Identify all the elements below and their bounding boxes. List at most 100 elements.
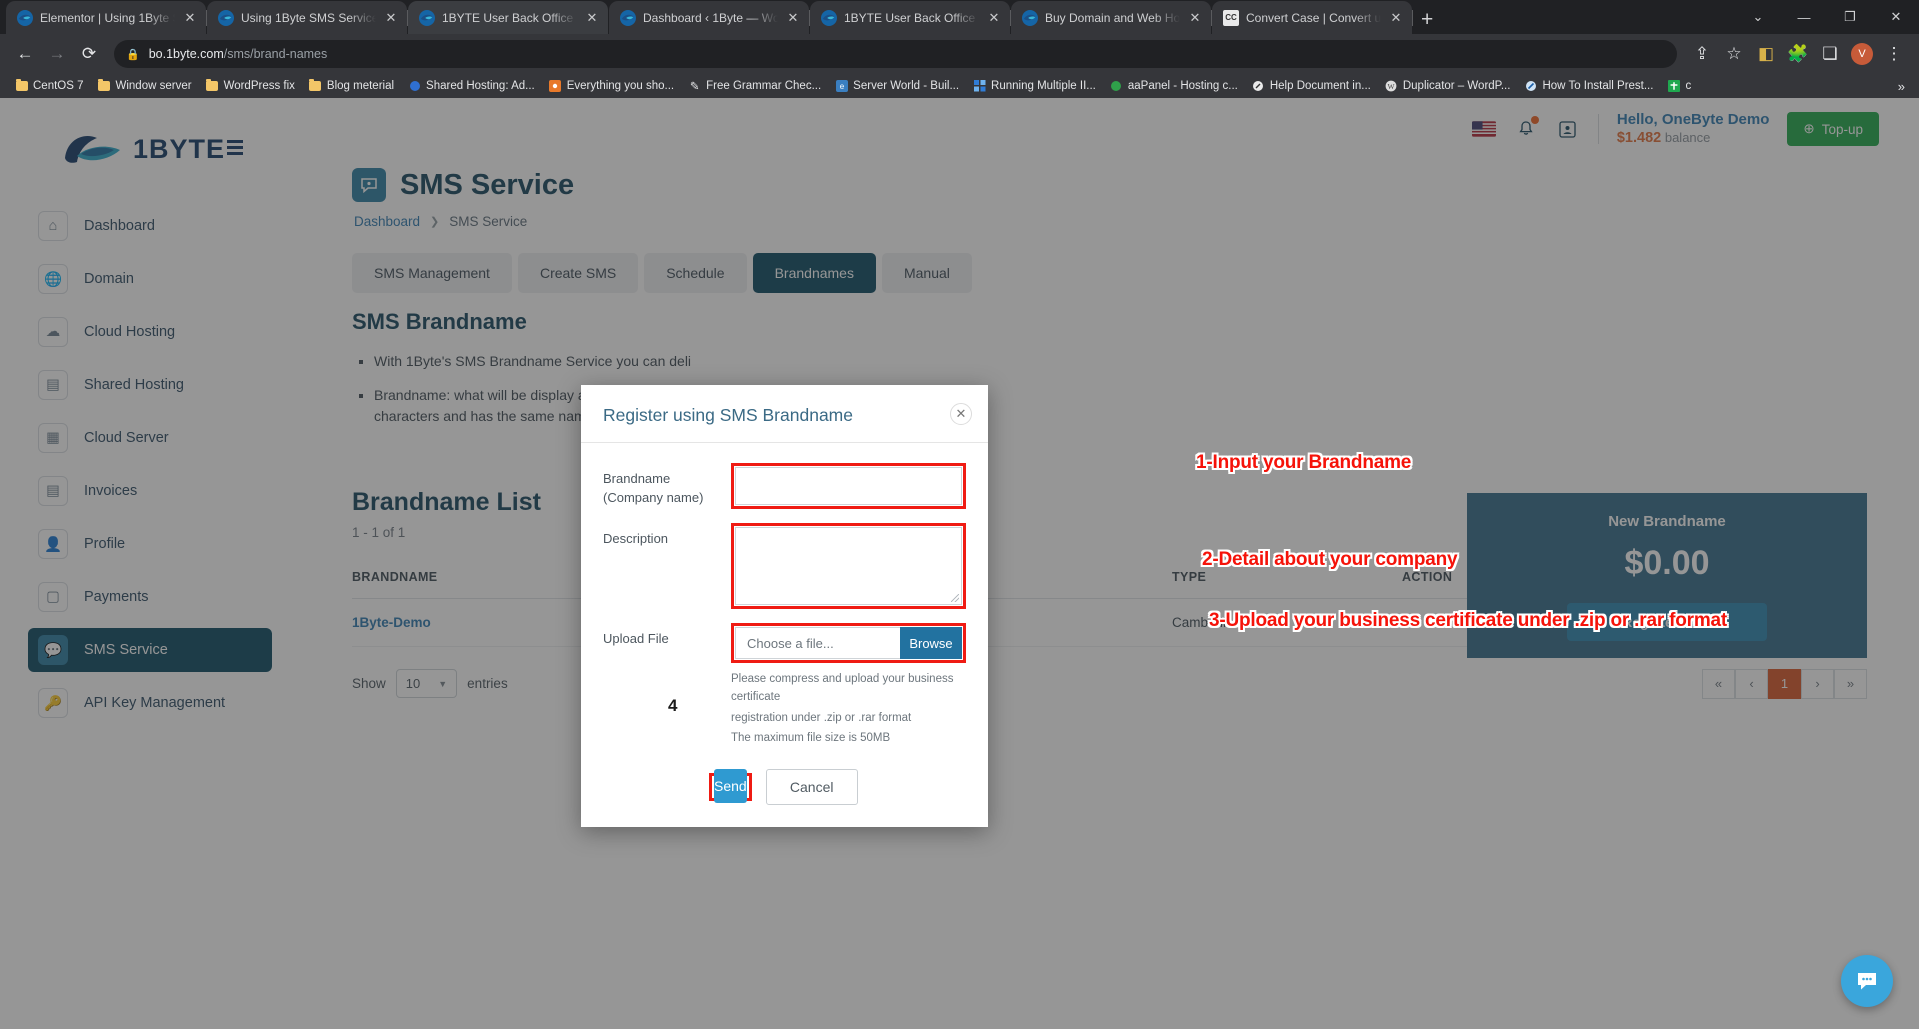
- brandname-label-line1: Brandname: [603, 471, 671, 486]
- bookmark-item[interactable]: ✎ Free Grammar Chec...: [681, 76, 828, 96]
- annotation-step-1: 1-Input your Brandname: [1196, 452, 1412, 473]
- extensions-icon[interactable]: ◧: [1751, 39, 1781, 69]
- folder-icon: [15, 79, 28, 93]
- tab-title: 1BYTE User Back Office: [442, 10, 574, 25]
- site-icon: [1110, 80, 1123, 93]
- send-button[interactable]: Send: [714, 769, 747, 804]
- description-field-row: Description: [603, 523, 966, 609]
- new-tab-button[interactable]: +: [1421, 9, 1433, 30]
- window-maximize-icon[interactable]: ❐: [1827, 9, 1873, 25]
- browser-toolbar: ← → ⟳ 🔒 bo.1byte.com/sms/brand-names ⇪ ☆…: [0, 34, 1919, 74]
- bookmark-item[interactable]: W Duplicator – WordP...: [1378, 76, 1518, 96]
- bookmarks-bar: CentOS 7 Window server WordPress fix Blo…: [0, 74, 1919, 98]
- pen-icon: ✎: [689, 81, 700, 93]
- tab-close-icon[interactable]: ✕: [584, 11, 600, 24]
- tab-close-icon[interactable]: ✕: [182, 11, 198, 24]
- bookmark-item[interactable]: Blog meterial: [302, 76, 401, 96]
- brandname-input[interactable]: [735, 467, 962, 505]
- bookmark-item[interactable]: WordPress fix: [199, 76, 302, 96]
- share-icon[interactable]: ⇪: [1687, 39, 1717, 69]
- tab-close-icon[interactable]: ✕: [1187, 11, 1203, 24]
- svg-text:e: e: [839, 82, 844, 91]
- bookmark-label: Window server: [115, 80, 192, 92]
- bookmark-label: Shared Hosting: Ad...: [426, 80, 535, 92]
- browser-tab[interactable]: 1BYTE User Back Office ✕: [810, 1, 1011, 34]
- brandname-label-line2: (Company name): [603, 489, 704, 505]
- description-textarea[interactable]: [735, 527, 962, 605]
- tab-close-icon[interactable]: ✕: [785, 11, 801, 24]
- address-bar[interactable]: 🔒 bo.1byte.com/sms/brand-names: [114, 40, 1677, 68]
- tab-close-icon[interactable]: ✕: [1388, 11, 1404, 24]
- bookmark-label: aaPanel - Hosting c...: [1127, 80, 1238, 92]
- close-icon[interactable]: ✕: [950, 403, 972, 425]
- bookmark-item[interactable]: c: [1660, 76, 1698, 96]
- bookmark-item[interactable]: CentOS 7: [8, 76, 91, 96]
- bookmark-label: Everything you sho...: [566, 80, 675, 92]
- cc-icon: CC: [1223, 9, 1239, 26]
- cancel-button[interactable]: Cancel: [765, 769, 858, 806]
- page-content: 1BYTE ⌂Dashboard 🌐Domain ☁Cloud Hosting …: [0, 98, 1919, 1029]
- upload-file-label: Upload File: [603, 631, 669, 646]
- browser-tab-active[interactable]: 1BYTE User Back Office ✕: [408, 1, 608, 34]
- bookmark-item[interactable]: How To Install Prest...: [1517, 76, 1660, 96]
- bookmark-item[interactable]: Window server: [91, 76, 199, 96]
- wordpress-icon: W: [1385, 80, 1398, 93]
- back-icon[interactable]: ←: [10, 39, 40, 69]
- 1byte-whale-icon: [17, 9, 33, 26]
- 1byte-whale-icon: [821, 9, 837, 26]
- chat-bubble-icon[interactable]: [1841, 955, 1893, 1007]
- description-highlight: [731, 523, 966, 609]
- bookmark-label: Blog meterial: [326, 80, 395, 92]
- bookmark-item[interactable]: aaPanel - Hosting c...: [1103, 76, 1245, 96]
- bookmark-item[interactable]: Shared Hosting: Ad...: [401, 76, 542, 96]
- forward-icon[interactable]: →: [42, 39, 72, 69]
- hint-line: registration under .zip or .rar format: [731, 711, 912, 724]
- 1byte-whale-icon: [218, 9, 234, 26]
- url-path: /sms/brand-names: [223, 47, 328, 61]
- window-controls: ⌄ — ❐ ✕: [1735, 0, 1919, 34]
- site-icon: [408, 80, 421, 93]
- windows-icon: [973, 80, 986, 93]
- lock-icon: 🔒: [126, 48, 140, 61]
- browser-tab[interactable]: Dashboard ‹ 1Byte — WordPress ✕: [609, 1, 810, 34]
- window-minimize-icon[interactable]: —: [1781, 10, 1827, 25]
- site-icon: [1524, 80, 1537, 93]
- bookmark-label: WordPress fix: [223, 80, 295, 92]
- tab-close-icon[interactable]: ✕: [986, 11, 1002, 24]
- browser-window: Elementor | Using 1Byte SMS Se ✕ Using 1…: [0, 0, 1919, 1031]
- tab-title: Using 1Byte SMS Service To Crea: [241, 10, 376, 25]
- annotation-step-2: 2-Detail about your company: [1202, 549, 1458, 570]
- modal-header: Register using SMS Brandname ✕: [581, 385, 988, 443]
- modal-footer: Send Cancel: [581, 761, 988, 827]
- 1byte-whale-icon: [1022, 9, 1038, 26]
- bookmark-item[interactable]: e Server World - Buil...: [828, 76, 966, 96]
- window-minimize-list-icon[interactable]: ⌄: [1735, 9, 1781, 25]
- browser-tab[interactable]: CC Convert Case | Convert upper ca ✕: [1212, 1, 1413, 34]
- bookmark-item[interactable]: Running Multiple II...: [966, 76, 1103, 96]
- window-close-icon[interactable]: ✕: [1873, 9, 1919, 25]
- browser-tab[interactable]: Buy Domain and Web Hosting in ✕: [1011, 1, 1212, 34]
- brandname-field-row: Brandname (Company name): [603, 463, 966, 509]
- site-icon: e: [835, 80, 848, 93]
- brandname-highlight: [731, 463, 966, 509]
- split-screen-icon[interactable]: ❏: [1815, 39, 1845, 69]
- browser-tab[interactable]: Elementor | Using 1Byte SMS Se ✕: [6, 1, 207, 34]
- bookmark-item[interactable]: Help Document in...: [1245, 76, 1378, 96]
- kebab-menu-icon[interactable]: ⋮: [1879, 39, 1909, 69]
- bookmark-item[interactable]: Everything you sho...: [542, 76, 681, 96]
- star-icon[interactable]: ☆: [1719, 39, 1749, 69]
- file-name-display[interactable]: Choose a file...: [735, 627, 900, 659]
- reload-icon[interactable]: ⟳: [74, 39, 104, 69]
- bookmark-label: Duplicator – WordP...: [1402, 80, 1511, 92]
- tab-title: Elementor | Using 1Byte SMS Se: [40, 10, 175, 25]
- hint-line: The maximum file size is 50MB: [731, 732, 891, 745]
- bookmarks-overflow-icon[interactable]: »: [1892, 79, 1911, 94]
- site-icon: [1252, 80, 1265, 93]
- puzzle-extension-icon[interactable]: 🧩: [1783, 39, 1813, 69]
- bookmark-label: Help Document in...: [1269, 80, 1371, 92]
- browse-button[interactable]: Browse: [900, 627, 962, 659]
- tab-close-icon[interactable]: ✕: [383, 11, 399, 24]
- annotation-step-4: 4: [668, 696, 678, 715]
- profile-avatar[interactable]: V: [1851, 43, 1873, 65]
- browser-tab[interactable]: Using 1Byte SMS Service To Crea ✕: [207, 1, 408, 34]
